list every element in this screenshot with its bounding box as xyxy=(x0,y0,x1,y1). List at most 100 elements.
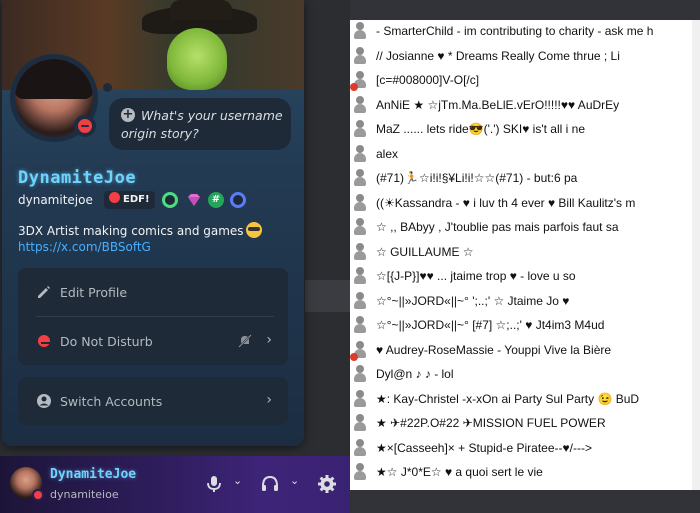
contact-display-text: ★☆ J*0*E☆ ♥ a quoi sert le vie xyxy=(376,465,543,479)
boost-badge-icon[interactable] xyxy=(230,192,246,208)
contact-avatar-icon xyxy=(353,365,367,383)
switch-accounts-label: Switch Accounts xyxy=(60,394,163,409)
chevron-right-icon: › xyxy=(266,332,272,348)
contact-avatar-icon xyxy=(353,22,367,40)
contact-list-item[interactable]: ((☀Kassandra - ♥ i luv th 4 ever ♥ Bill … xyxy=(350,192,700,216)
contact-list-item[interactable]: ☆ GUILLAUME ☆ xyxy=(350,241,700,265)
contact-avatar-icon xyxy=(353,389,367,408)
contact-avatar-icon xyxy=(350,340,367,361)
contact-list-item[interactable]: ☆°~||»JORD«||~° ';..;' ☆ Jtaime Jo ♥ xyxy=(350,290,700,314)
contact-list-item[interactable]: MaZ ...... lets ride😎('.') SKI♥ is't all… xyxy=(350,118,700,142)
dnd-status-icon xyxy=(38,335,51,347)
user-circle-icon xyxy=(37,394,51,408)
contact-display-text: (#71)🏃☆i!i!§¥Li!i!☆☆(#71) - but:6 pa xyxy=(376,171,578,185)
busy-status-icon xyxy=(350,352,358,361)
server-tag-pill[interactable]: EDF! xyxy=(104,191,155,209)
contact-display-text: ((☀Kassandra - ♥ i luv th 4 ever ♥ Bill … xyxy=(376,195,636,210)
profile-bio: 3DX Artist making comics and games xyxy=(18,222,262,238)
audio-options-chevron-icon[interactable]: ⌄ xyxy=(290,474,299,487)
contact-avatar-icon xyxy=(353,169,367,187)
contact-avatar-icon xyxy=(350,71,367,91)
contact-avatar-icon xyxy=(353,95,367,114)
contact-list-item[interactable]: ♥ Audrey-RoseMassie - Youppi Vive la Biè… xyxy=(350,339,700,363)
busy-status-icon xyxy=(350,83,358,91)
contact-display-text: ☆°~||»JORD«||~° [#7] ☆;..;' ♥ Jt4im3 M4u… xyxy=(376,318,605,332)
contact-list-item[interactable]: ★×[Casseeh]× + Stupid-e Piratee--♥/---> xyxy=(350,437,700,461)
custom-status-prompt[interactable]: + What's your username origin story? xyxy=(109,98,291,150)
contact-display-text: ★: Kay-Christel -x-xOn ai Party Sul Part… xyxy=(376,391,640,406)
user-handle: dynamiteioe xyxy=(50,488,119,501)
pencil-icon xyxy=(38,286,50,298)
contact-avatar-icon xyxy=(353,242,367,261)
background-strip xyxy=(305,280,350,312)
contact-list-item[interactable]: ☆ ,, BAbyy , J'toublie pas mais parfois … xyxy=(350,216,700,240)
contact-avatar-icon xyxy=(353,438,367,457)
contact-display-text: ★×[Casseeh]× + Stupid-e Piratee--♥/---> xyxy=(376,440,592,455)
status-prompt-text: What's your username origin story? xyxy=(121,108,283,141)
contact-list-item[interactable]: alex xyxy=(350,143,700,167)
contact-display-text: alex xyxy=(376,146,399,161)
contact-display-text: ☆ ,, BAbyy , J'toublie pas mais parfois … xyxy=(376,220,619,234)
contact-list-scrollbar[interactable] xyxy=(692,20,700,490)
contact-avatar-icon xyxy=(353,193,367,212)
microphone-icon[interactable] xyxy=(204,474,224,494)
chevron-right-icon: › xyxy=(266,392,272,408)
do-not-disturb-button[interactable]: Do Not Disturb › xyxy=(18,317,288,365)
contact-display-text: Dyl@n ♪ ♪ - lol xyxy=(376,367,454,381)
skull-icon xyxy=(109,192,120,203)
contact-avatar-icon xyxy=(353,120,367,138)
contact-display-text: ☆[{J-P}]♥♥ ... jtaime trop ♥ - love u so xyxy=(376,269,576,283)
contact-display-text: [c=#008000]V-O[/c] xyxy=(376,73,480,87)
switch-accounts-button[interactable]: Switch Accounts › xyxy=(18,377,288,425)
contact-display-text: ★ ✈#22P.O#22 ✈MISSION FUEL POWER xyxy=(376,416,606,430)
contact-display-text: MaZ ...... lets ride😎('.') SKI♥ is't all… xyxy=(376,122,585,136)
contact-avatar-icon xyxy=(353,291,367,310)
dnd-status-indicator xyxy=(74,115,96,137)
edit-profile-button[interactable]: Edit Profile xyxy=(18,268,288,316)
profile-popout: + What's your username origin story? Dyn… xyxy=(2,0,304,446)
contact-list-item[interactable]: ★ ✈#22P.O#22 ✈MISSION FUEL POWER xyxy=(350,412,700,436)
contact-list-item[interactable]: ☆°~||»JORD«||~° [#7] ☆;..;' ♥ Jt4im3 M4u… xyxy=(350,314,700,338)
banner-hat-top xyxy=(170,0,232,20)
contact-avatar-icon xyxy=(353,218,367,236)
mic-options-chevron-icon[interactable]: ⌄ xyxy=(233,474,242,487)
user-display-name[interactable]: DynamiteJoe xyxy=(50,467,136,482)
contact-list-item[interactable]: AnNiE ★ ☆jTm.Ma.BeLlE.vErO!!!!!♥♥ AuDrEy xyxy=(350,94,700,118)
gem-badge-icon[interactable] xyxy=(186,192,202,208)
contact-avatar-icon xyxy=(353,267,367,285)
contact-avatar-icon xyxy=(353,46,367,65)
profile-menu-main: Edit Profile Do Not Disturb › xyxy=(18,268,288,365)
server-tag-label: EDF! xyxy=(123,194,150,205)
contact-list-item[interactable]: Dyl@n ♪ ♪ - lol xyxy=(350,363,700,387)
profile-menu-accounts: Switch Accounts › xyxy=(18,377,288,425)
contact-display-text: ♥ Audrey-RoseMassie - Youppi Vive la Biè… xyxy=(376,342,612,357)
nitro-badge-icon[interactable] xyxy=(162,192,178,208)
contact-display-text: - SmarterChild - im contributing to char… xyxy=(376,24,654,38)
username: dynamitejoe xyxy=(18,193,93,207)
contact-list-panel: - SmarterChild - im contributing to char… xyxy=(350,20,700,490)
contact-list-item[interactable]: // Josianne ♥ * Dreams Really Come thrue… xyxy=(350,45,700,69)
contact-display-text: // Josianne ♥ * Dreams Really Come thrue… xyxy=(376,48,620,63)
gear-icon[interactable] xyxy=(317,474,337,494)
contact-list-item[interactable]: ★: Kay-Christel -x-xOn ai Party Sul Part… xyxy=(350,388,700,412)
dnd-label: Do Not Disturb xyxy=(60,334,153,349)
profile-link[interactable]: https://x.com/BBSoftG xyxy=(18,240,151,254)
user-panel: DynamiteJoe dynamiteioe ⌄ ⌄ xyxy=(0,456,350,513)
thought-bubble-dot xyxy=(103,83,112,92)
contact-avatar-icon xyxy=(353,144,367,163)
bell-slash-icon xyxy=(238,334,252,348)
contact-list-item[interactable]: ☆[{J-P}]♥♥ ... jtaime trop ♥ - love u so xyxy=(350,265,700,289)
contact-avatar-icon xyxy=(353,414,367,432)
display-name: DynamiteJoe xyxy=(18,168,137,188)
contact-display-text: ☆°~||»JORD«||~° ';..;' ☆ Jtaime Jo ♥ xyxy=(376,293,570,308)
contact-list-item[interactable]: [c=#008000]V-O[/c] xyxy=(350,69,700,93)
sunglasses-emoji-icon xyxy=(245,222,262,238)
contact-list-item[interactable]: - SmarterChild - im contributing to char… xyxy=(350,20,700,44)
edit-profile-label: Edit Profile xyxy=(60,285,128,300)
headphones-icon[interactable] xyxy=(260,474,280,494)
contact-list-item[interactable]: ★☆ J*0*E☆ ♥ a quoi sert le vie xyxy=(350,461,700,485)
hashtag-badge-icon[interactable]: # xyxy=(208,192,224,208)
contact-list-item[interactable]: (#71)🏃☆i!i!§¥Li!i!☆☆(#71) - but:6 pa xyxy=(350,167,700,191)
user-status-indicator xyxy=(32,489,44,501)
contact-display-text: ☆ GUILLAUME ☆ xyxy=(376,244,474,259)
